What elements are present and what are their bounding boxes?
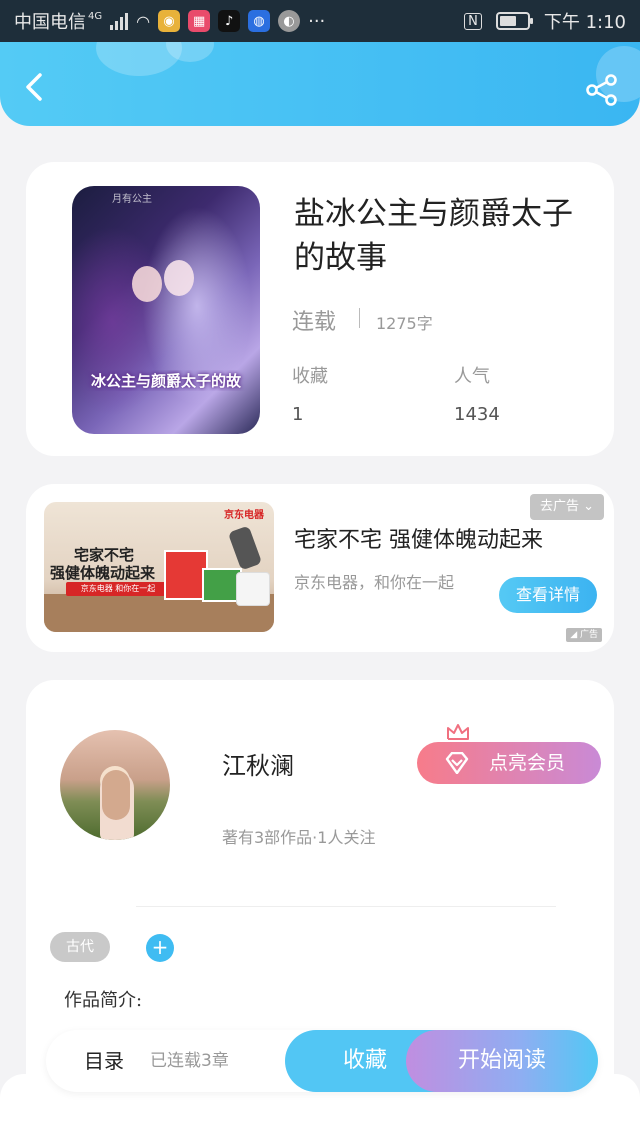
popularity-value: 1434 (454, 404, 500, 425)
ad-title: 宅家不宅 强健体魄动起来 (294, 528, 543, 553)
ad-tag: ◢ 广告 (566, 628, 602, 642)
divider (359, 308, 360, 328)
wifi-icon: ◠ (136, 11, 151, 31)
cover-art (164, 260, 194, 296)
battery-icon (495, 12, 533, 30)
ad-image-brand: 京东电器 (224, 510, 264, 521)
browser-icon: ◐ (278, 10, 301, 32)
network-label: 4G (88, 10, 103, 22)
book-title: 盐冰公主与颜爵太子的故事 (294, 196, 573, 276)
divider (136, 906, 556, 907)
book-info-card: 月有公主 冰公主与颜爵太子的故 盐冰公主与颜爵太子的故事 连载 1275字 收藏… (26, 162, 614, 456)
status-right: N 下午 1:10 (464, 8, 626, 34)
cover-title: 冰公主与颜爵太子的故 (90, 372, 241, 390)
tag-chip[interactable]: 古代 (50, 932, 110, 962)
favorites-label: 收藏 (292, 366, 328, 387)
status-left: 中国电信 4G ◠ ◉ ▦ ♪ ◍ ◐ ··· (14, 8, 325, 34)
carrier-label: 中国电信 (14, 12, 86, 33)
ad-image[interactable]: 京东电器 宅家不宅 强健体魄动起来 京东电器 和你在一起 (44, 502, 274, 632)
chapter-count: 已连载3章 (150, 1051, 229, 1071)
ad-image-line2: 强健体魄动起来 (50, 564, 156, 582)
diamond-icon (445, 752, 469, 774)
ad-image-bar-text: 京东电器 和你在一起 (80, 584, 156, 593)
start-reading-button[interactable]: 开始阅读 (406, 1030, 598, 1092)
crown-icon (447, 724, 469, 740)
ad-description: 京东电器，和你在一起 (294, 573, 455, 592)
lightbulb-icon: ◍ (248, 10, 271, 32)
add-tag-button[interactable]: + (146, 934, 174, 962)
vip-button-label: 点亮会员 (489, 752, 566, 774)
table-of-contents-button[interactable]: 目录 (84, 1030, 124, 1092)
massage-gun-image (227, 525, 263, 571)
ad-image-bar: 京东电器 和你在一起 (66, 582, 170, 596)
ad-card[interactable]: 京东电器 宅家不宅 强健体魄动起来 京东电器 和你在一起 去广告 ⌄ 宅家不宅 … (26, 484, 614, 652)
scale-image (236, 572, 270, 606)
word-count: 1275字 (376, 314, 433, 333)
share-button[interactable] (584, 72, 620, 108)
view-details-button[interactable]: 查看详情 (499, 577, 597, 613)
chevron-down-icon: ⌄ (583, 499, 594, 514)
battery-level (499, 16, 516, 26)
author-info: 著有3部作品·1人关注 (222, 828, 376, 847)
avatar[interactable] (60, 730, 170, 840)
remove-ad-button[interactable]: 去广告 ⌄ (529, 494, 604, 520)
cover-mark: 月有公主 (112, 194, 152, 205)
bottom-action-bar: 目录 已连载3章 收藏 开始阅读 (46, 1030, 598, 1092)
header-bar (0, 42, 640, 126)
remove-ad-label: 去广告 (539, 499, 579, 514)
tiktok-icon: ♪ (218, 10, 241, 32)
ad-tag-icon: ◢ (570, 630, 580, 640)
ad-tag-label: 广告 (579, 630, 598, 640)
clock: 下午 1:10 (543, 12, 626, 33)
more-icon: ··· (308, 10, 326, 32)
weibo-icon: ◉ (158, 10, 181, 32)
nfc-icon: N (464, 12, 482, 30)
popularity-label: 人气 (454, 366, 490, 387)
signal-icon (110, 12, 129, 30)
status-bar: 中国电信 4G ◠ ◉ ▦ ♪ ◍ ◐ ··· N 下午 1:10 (0, 0, 640, 42)
intro-label: 作品简介: (64, 990, 143, 1011)
favorites-value: 1 (292, 404, 304, 425)
app-icon: ▦ (188, 10, 211, 32)
cover-art (132, 266, 162, 302)
author-name[interactable]: 江秋澜 (222, 746, 294, 781)
back-button[interactable] (18, 70, 52, 104)
book-status: 连载 (292, 310, 337, 335)
book-cover[interactable]: 月有公主 冰公主与颜爵太子的故 (72, 186, 260, 434)
avatar-art (102, 770, 130, 820)
vip-button[interactable]: 点亮会员 (417, 742, 601, 784)
